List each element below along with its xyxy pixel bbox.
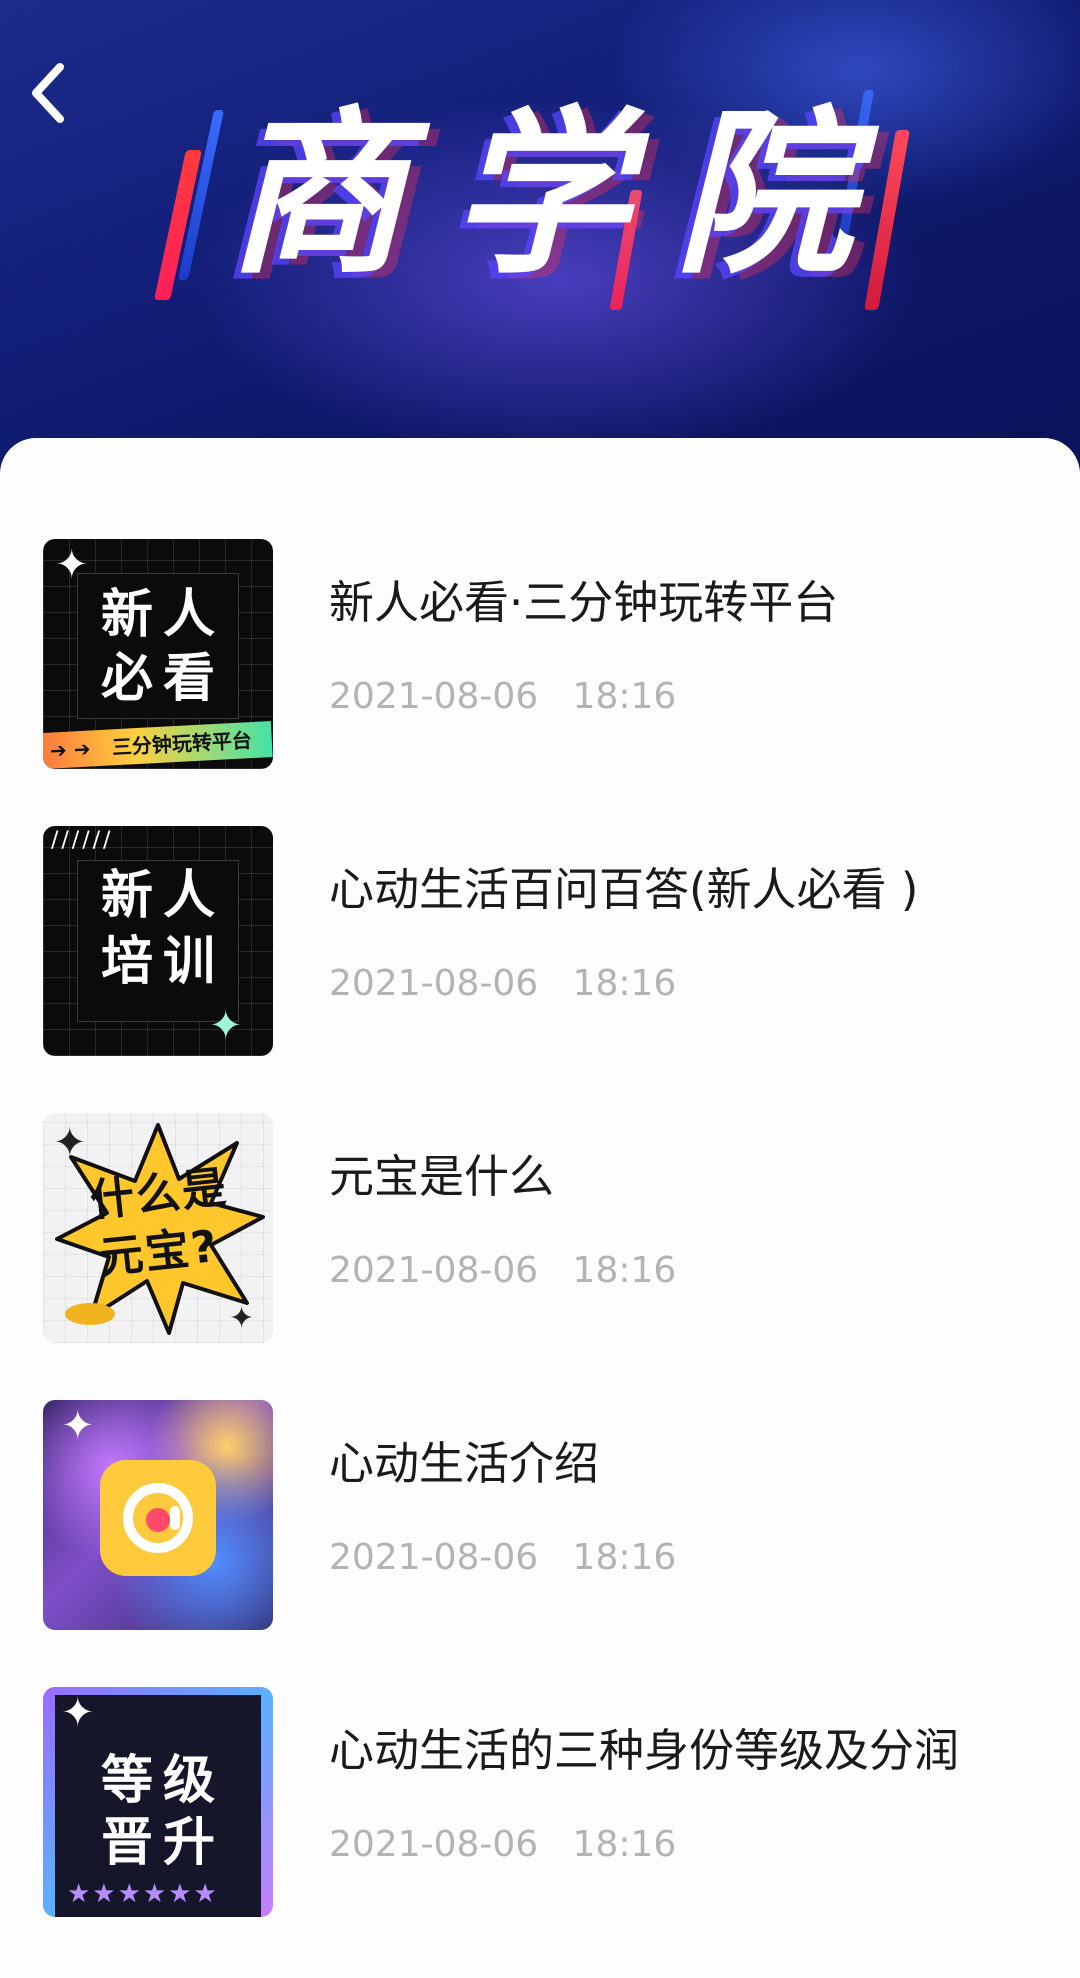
stripes-icon: / / / / / /: [51, 828, 110, 853]
thumbnail-text: 新人: [100, 866, 225, 926]
thumbnail-text: 培训: [100, 932, 225, 992]
article-time: 2021-08-06 18:16: [329, 1824, 677, 1865]
article-title: 心动生活的三种身份等级及分润: [329, 1724, 960, 1777]
business-school-page: 商学院 ✦ 新人 必看 ➔ ➔ 三分钟玩转平台 新人必看·三分钟玩转平台 202…: [0, 0, 1080, 1978]
article-list: ✦ 新人 必看 ➔ ➔ 三分钟玩转平台 新人必看·三分钟玩转平台 2021-08…: [0, 438, 1080, 1978]
arrow-right-icon: ➔ ➔: [49, 736, 92, 763]
article-title: 新人必看·三分钟玩转平台: [329, 576, 839, 629]
article-thumbnail: ✦ 等级 晋升 ★★★★★★: [43, 1687, 273, 1917]
list-item[interactable]: ✦ 新人 必看 ➔ ➔ 三分钟玩转平台 新人必看·三分钟玩转平台 2021-08…: [43, 539, 1043, 769]
at-sign-icon: [123, 1483, 193, 1553]
list-item[interactable]: / / / / / / 新人 培训 ✦ 心动生活百问百答(新人必看 ) 2021…: [43, 826, 1043, 1056]
article-thumbnail: / / / / / / 新人 培训 ✦: [43, 826, 273, 1056]
article-title: 元宝是什么: [329, 1150, 555, 1203]
thumbnail-strip-text: 三分钟玩转平台: [111, 728, 253, 760]
article-time: 2021-08-06 18:16: [329, 1537, 677, 1578]
thumbnail-text: 等级: [100, 1751, 225, 1811]
article-title: 心动生活介绍: [329, 1437, 600, 1490]
sparkle-icon: ✦: [209, 1003, 243, 1049]
article-thumbnail: ✦: [43, 1400, 273, 1630]
list-item[interactable]: ✦ ✦ 什么是 元宝? 元宝是什么 2021-08-06 18:16: [43, 1113, 1043, 1343]
app-logo-icon: [100, 1460, 216, 1576]
article-thumbnail: ✦ 新人 必看 ➔ ➔ 三分钟玩转平台: [43, 539, 273, 769]
sparkle-icon: ✦: [55, 542, 89, 588]
article-title: 心动生活百问百答(新人必看 ): [329, 863, 919, 916]
thumbnail-text: 晋升: [100, 1813, 225, 1873]
list-item[interactable]: ✦ 等级 晋升 ★★★★★★ 心动生活的三种身份等级及分润 2021-08-06…: [43, 1687, 1043, 1917]
stars-icon: ★★★★★★: [67, 1879, 219, 1909]
article-time: 2021-08-06 18:16: [329, 1250, 677, 1291]
sparkle-icon: ✦: [61, 1690, 95, 1736]
thumbnail-strip: ➔ ➔ 三分钟玩转平台: [43, 721, 273, 769]
thumbnail-text: 新人: [100, 585, 225, 645]
article-time: 2021-08-06 18:16: [329, 963, 677, 1004]
thumbnail-text: 必看: [100, 649, 225, 709]
article-thumbnail: ✦ ✦ 什么是 元宝?: [43, 1113, 273, 1343]
article-time: 2021-08-06 18:16: [329, 676, 677, 717]
sparkle-icon: ✦: [61, 1403, 95, 1449]
list-item[interactable]: ✦ 心动生活介绍 2021-08-06 18:16: [43, 1400, 1043, 1630]
page-title: 商学院: [227, 91, 899, 298]
header-banner: 商学院: [0, 0, 1080, 500]
sparkle-icon: ✦: [53, 1120, 87, 1166]
gold-ingot-icon: [65, 1303, 115, 1325]
sparkle-icon: ✦: [229, 1301, 255, 1336]
